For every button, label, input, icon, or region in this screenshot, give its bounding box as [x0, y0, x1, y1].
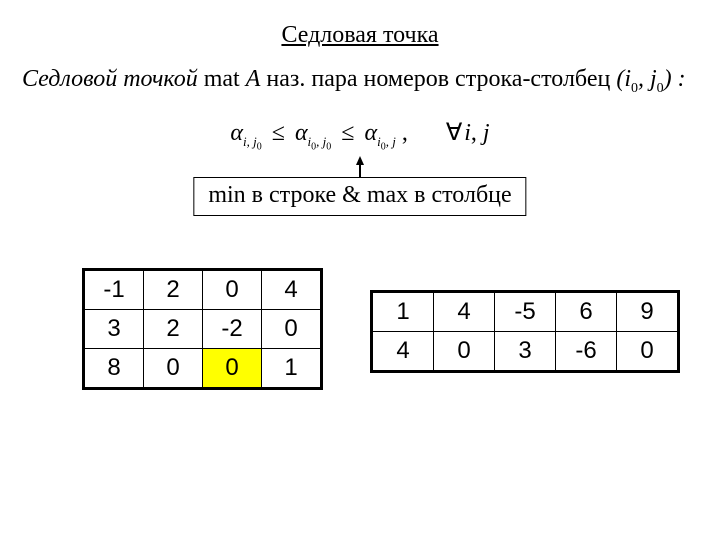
- page-title: Седловая точка: [0, 22, 720, 49]
- cell: -6: [556, 332, 617, 372]
- cell: 3: [84, 310, 144, 349]
- cell: 0: [203, 270, 262, 310]
- cell: 1: [372, 292, 434, 332]
- cell: 1: [262, 349, 322, 389]
- cell: 3: [495, 332, 556, 372]
- sub-j0z-1: 0: [257, 141, 262, 152]
- table-row: 4 0 3 -6 0: [372, 332, 679, 372]
- cell: 0: [434, 332, 495, 372]
- cell: -5: [495, 292, 556, 332]
- ineq-comma: ,: [402, 120, 408, 146]
- forall-j: j: [483, 120, 490, 146]
- box-note: min в строке & max в столбце: [193, 177, 526, 216]
- cell: 8: [84, 349, 144, 389]
- alpha-1: α: [230, 120, 243, 146]
- pair-j: j: [650, 66, 657, 92]
- table-row: 1 4 -5 6 9: [372, 292, 679, 332]
- definition-line: Седловой точкой mat A наз. пара номеров …: [22, 66, 702, 97]
- defn-pair: (i0, j0) :: [616, 66, 685, 92]
- sub-j-3: j: [392, 134, 396, 149]
- pair-j-sub: 0: [657, 81, 664, 96]
- forall-i: i: [464, 120, 471, 146]
- cell: 6: [556, 292, 617, 332]
- forall-symbol: ∀: [444, 120, 464, 146]
- sub-i0z-3: 0: [381, 141, 386, 152]
- defn-tail: наз. пара номеров строка-столбец: [260, 66, 616, 92]
- cell: 2: [144, 310, 203, 349]
- pair-i-sub: 0: [631, 81, 638, 96]
- matrix-1: -1 2 0 4 3 2 -2 0 8 0 0 1: [82, 268, 323, 390]
- cell: -1: [84, 270, 144, 310]
- pair-comma: ,: [638, 66, 650, 92]
- matrix-2: 1 4 -5 6 9 4 0 3 -6 0: [370, 290, 680, 373]
- arrow-up: [0, 152, 720, 170]
- cell: 0: [262, 310, 322, 349]
- cell: 2: [144, 270, 203, 310]
- sub-i-1: i: [243, 134, 247, 149]
- defn-mid: mat: [198, 66, 246, 92]
- cell: 0: [617, 332, 679, 372]
- sub-i0z-2: 0: [311, 141, 316, 152]
- pair-i: i: [624, 66, 631, 92]
- defn-A: A: [246, 66, 261, 92]
- cell: -2: [203, 310, 262, 349]
- cell: 9: [617, 292, 679, 332]
- inequality-formula: αi, j0 ≤ αi0, j0 ≤ αi0, j , ∀i, j: [0, 118, 720, 152]
- cell: 4: [434, 292, 495, 332]
- forall-sep: ,: [471, 120, 483, 146]
- pair-close: ) :: [664, 66, 686, 92]
- cell-saddle-highlight: 0: [203, 349, 262, 389]
- le-2: ≤: [337, 120, 358, 146]
- alpha-2: α: [295, 120, 308, 146]
- cell: 4: [372, 332, 434, 372]
- cell: 0: [144, 349, 203, 389]
- sub-j0z-2: 0: [326, 141, 331, 152]
- arrow-up-icon: [356, 156, 364, 165]
- table-row: -1 2 0 4: [84, 270, 322, 310]
- alpha-3: α: [364, 120, 377, 146]
- le-1: ≤: [268, 120, 289, 146]
- defn-term: Седловой точкой: [22, 66, 198, 92]
- cell: 4: [262, 270, 322, 310]
- table-row: 8 0 0 1: [84, 349, 322, 389]
- table-row: 3 2 -2 0: [84, 310, 322, 349]
